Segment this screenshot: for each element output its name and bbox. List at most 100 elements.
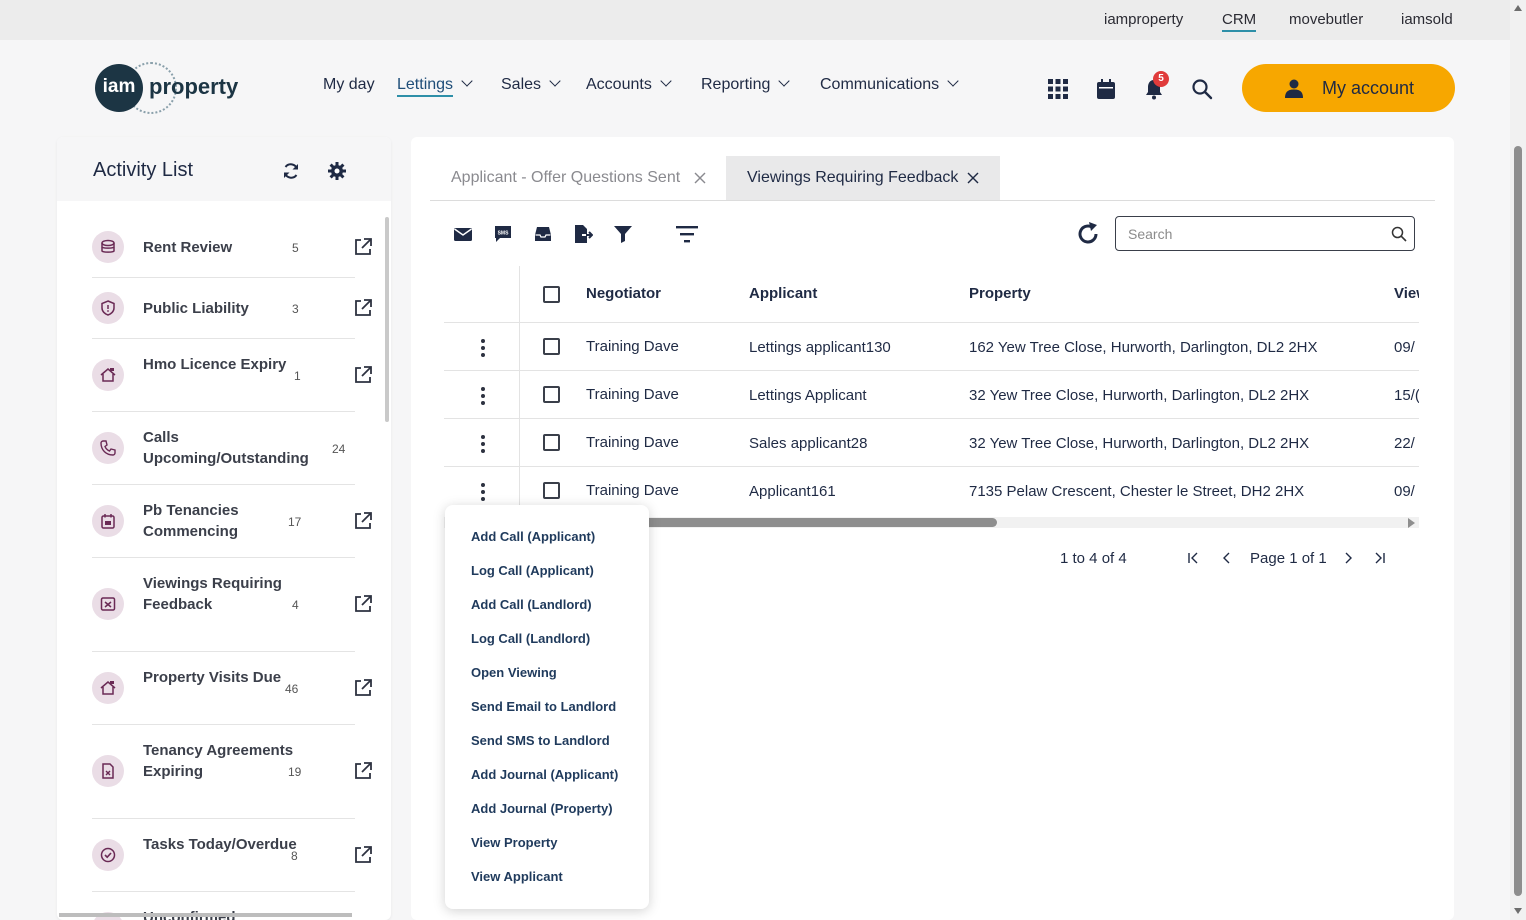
menu-send-sms-landlord[interactable]: Send SMS to Landlord	[471, 733, 610, 748]
menu-add-call-landlord[interactable]: Add Call (Landlord)	[471, 597, 592, 612]
nav-lettings[interactable]: Lettings	[397, 75, 473, 97]
email-icon[interactable]	[453, 224, 473, 244]
tab-viewings-requiring-feedback[interactable]: Viewings Requiring Feedback	[726, 156, 1000, 200]
activity-item-public-liability[interactable]: Public Liability 3	[92, 278, 372, 339]
external-link-icon[interactable]	[353, 511, 373, 531]
menu-view-applicant[interactable]: View Applicant	[471, 869, 563, 884]
cell-negotiator: Training Dave	[586, 482, 679, 499]
scroll-up-arrow[interactable]	[1514, 5, 1522, 11]
logo[interactable]: iam property	[95, 62, 238, 114]
activity-item-property-visits[interactable]: Property Visits Due 46	[92, 652, 372, 725]
scrollbar-thumb[interactable]	[644, 518, 997, 527]
gear-icon[interactable]	[327, 161, 347, 181]
nav-reporting[interactable]: Reporting	[701, 75, 791, 94]
prev-page-icon[interactable]	[1221, 552, 1233, 564]
row-context-menu: Add Call (Applicant) Log Call (Applicant…	[445, 505, 649, 909]
menu-log-call-landlord[interactable]: Log Call (Landlord)	[471, 631, 590, 646]
row-checkbox[interactable]	[543, 386, 560, 403]
activity-item-pb-tenancies[interactable]: Pb Tenancies Commencing 17	[92, 485, 372, 558]
link-movebutler[interactable]: movebutler	[1289, 11, 1363, 28]
nav-communications[interactable]: Communications	[820, 75, 959, 94]
row-checkbox[interactable]	[543, 338, 560, 355]
table-row[interactable]: Training Dave Lettings Applicant 32 Yew …	[444, 371, 1419, 419]
row-actions-icon[interactable]	[481, 435, 485, 453]
next-page-icon[interactable]	[1342, 552, 1354, 564]
svg-text:SMS: SMS	[498, 231, 510, 237]
search-input[interactable]	[1115, 216, 1415, 251]
activity-item-rent-review[interactable]: Rent Review 5	[92, 216, 372, 278]
apps-grid-icon[interactable]	[1047, 78, 1069, 100]
inbox-icon[interactable]	[533, 224, 553, 244]
page-scrollbar[interactable]	[1510, 0, 1526, 920]
chevron-down-icon	[549, 75, 561, 87]
refresh-grid-icon[interactable]	[1075, 221, 1101, 247]
sms-icon[interactable]: SMS	[493, 224, 513, 244]
notification-badge: 5	[1153, 71, 1169, 87]
activity-item-viewings-feedback[interactable]: Viewings Requiring Feedback 4	[92, 558, 372, 652]
external-link-icon[interactable]	[353, 845, 373, 865]
menu-view-property[interactable]: View Property	[471, 835, 557, 850]
sort-lines-icon[interactable]	[675, 224, 699, 244]
menu-open-viewing[interactable]: Open Viewing	[471, 665, 557, 680]
chevron-down-icon	[947, 75, 959, 87]
external-link-icon[interactable]	[353, 237, 373, 257]
cell-view: 09/	[1394, 483, 1415, 500]
menu-add-call-applicant[interactable]: Add Call (Applicant)	[471, 529, 595, 544]
external-link-icon[interactable]	[353, 594, 373, 614]
row-actions-icon[interactable]	[481, 339, 485, 357]
activity-item-tenancy-agreements[interactable]: Tenancy Agreements Expiring 19	[92, 725, 372, 819]
col-header-negotiator[interactable]: Negotiator	[586, 285, 661, 302]
activity-item-tasks[interactable]: Tasks Today/Overdue 8	[92, 819, 372, 892]
nav-sales[interactable]: Sales	[501, 75, 561, 94]
scroll-down-arrow[interactable]	[1514, 908, 1522, 914]
external-link-icon[interactable]	[353, 761, 373, 781]
menu-log-call-applicant[interactable]: Log Call (Applicant)	[471, 563, 594, 578]
cell-negotiator: Training Dave	[586, 338, 679, 355]
menu-add-journal-applicant[interactable]: Add Journal (Applicant)	[471, 767, 618, 782]
table-row[interactable]: Training Dave Lettings applicant130 162 …	[444, 323, 1419, 371]
page-scrollbar-thumb[interactable]	[1514, 146, 1522, 896]
calendar-icon[interactable]	[1095, 78, 1117, 100]
row-actions-icon[interactable]	[481, 387, 485, 405]
row-checkbox[interactable]	[543, 482, 560, 499]
col-header-property[interactable]: Property	[969, 285, 1031, 302]
external-link-icon[interactable]	[353, 365, 373, 385]
money-stack-icon	[92, 231, 124, 263]
activity-item-calls[interactable]: Calls Upcoming/Outstanding 24	[92, 412, 355, 485]
nav-my-day-label: My day	[323, 76, 375, 93]
activity-item-hmo-licence-expiry[interactable]: Hmo Licence Expiry 1	[92, 339, 372, 412]
first-page-icon[interactable]	[1187, 552, 1199, 564]
table-row[interactable]: Training Dave Sales applicant28 32 Yew T…	[444, 419, 1419, 467]
sidebar-horizontal-scrollbar[interactable]	[59, 913, 352, 917]
external-link-icon[interactable]	[353, 678, 373, 698]
my-account-button[interactable]: My account	[1242, 64, 1455, 112]
tab-offer-questions-sent[interactable]: Applicant - Offer Questions Sent	[430, 156, 725, 200]
menu-add-journal-property[interactable]: Add Journal (Property)	[471, 801, 613, 816]
close-icon[interactable]	[694, 172, 706, 184]
cell-property: 32 Yew Tree Close, Hurworth, Darlington,…	[969, 387, 1310, 404]
row-checkbox[interactable]	[543, 434, 560, 451]
external-link-icon[interactable]	[353, 298, 373, 318]
search-icon[interactable]	[1391, 226, 1407, 242]
row-actions-icon[interactable]	[481, 483, 485, 501]
link-crm[interactable]: CRM	[1222, 11, 1257, 32]
last-page-icon[interactable]	[1374, 552, 1386, 564]
cell-negotiator: Training Dave	[586, 434, 679, 451]
my-account-label: My account	[1322, 78, 1415, 98]
select-all-checkbox[interactable]	[543, 286, 560, 303]
filter-icon[interactable]	[613, 224, 633, 244]
export-icon[interactable]	[573, 224, 593, 244]
refresh-icon[interactable]	[281, 161, 301, 181]
sidebar-scrollbar[interactable]	[385, 217, 389, 422]
link-iamproperty[interactable]: iamproperty	[1104, 11, 1183, 28]
col-header-view[interactable]: View	[1394, 285, 1419, 302]
close-icon[interactable]	[967, 172, 979, 184]
scroll-right-arrow[interactable]	[1408, 518, 1415, 528]
top-links-bar: iamproperty CRM movebutler iamsold	[0, 0, 1510, 40]
search-icon[interactable]	[1191, 78, 1213, 100]
menu-send-email-landlord[interactable]: Send Email to Landlord	[471, 699, 616, 714]
link-iamsold[interactable]: iamsold	[1401, 11, 1453, 28]
nav-accounts[interactable]: Accounts	[586, 75, 672, 94]
nav-my-day[interactable]: My day	[323, 76, 375, 94]
col-header-applicant[interactable]: Applicant	[749, 285, 817, 302]
